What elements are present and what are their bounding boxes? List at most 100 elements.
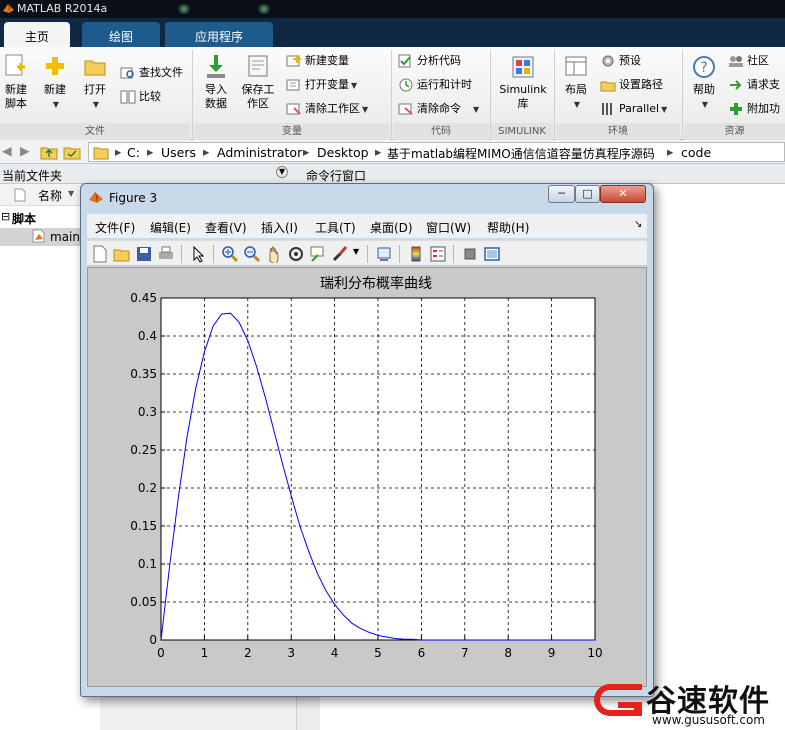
button-label: 新建脚本 — [5, 83, 27, 110]
request-support-button[interactable]: 请求支 — [728, 76, 780, 94]
button-label: 清除命令 — [417, 102, 461, 115]
chevron-down-icon: ▼ — [351, 81, 358, 90]
data-cursor-icon[interactable] — [309, 245, 327, 263]
figure-window: Figure 3 ─ □ ✕ 文件(F) 编辑(E) 查看(V) 插入(I) 工… — [80, 183, 654, 697]
pointer-icon[interactable] — [189, 245, 207, 263]
show-plot-tools-icon[interactable] — [483, 245, 501, 263]
pane-actions-icon[interactable]: ▼ — [276, 166, 288, 178]
help-button[interactable]: ? 帮助 ▼ — [688, 53, 720, 112]
section-resources: 资源 — [684, 123, 785, 140]
menu-view[interactable]: 查看(V) — [205, 219, 247, 236]
x-tick-label: 3 — [287, 646, 295, 660]
zoom-out-icon[interactable] — [243, 245, 261, 263]
open-button[interactable]: 打开 ▼ — [78, 53, 112, 112]
open-variable-button[interactable]: 打开变量 ▼ — [286, 76, 357, 94]
analyze-code-icon — [398, 54, 411, 68]
menu-help[interactable]: 帮助(H) — [487, 219, 529, 236]
set-path-button[interactable]: 设置路径 — [600, 76, 663, 94]
import-data-button[interactable]: 导入数据 — [200, 53, 232, 111]
tab-home[interactable]: 主页 — [4, 22, 70, 47]
menu-file[interactable]: 文件(F) — [95, 219, 135, 236]
menu-edit[interactable]: 编辑(E) — [150, 219, 191, 236]
pan-icon[interactable] — [265, 245, 283, 263]
path-segment[interactable]: Desktop — [317, 145, 369, 160]
path-segment[interactable]: Administrator — [217, 145, 302, 160]
browse-folder-icon[interactable] — [63, 144, 81, 160]
layout-button[interactable]: 布局 ▼ — [560, 53, 592, 112]
rotate-icon[interactable] — [287, 245, 305, 263]
legend-icon[interactable] — [429, 245, 447, 263]
community-button[interactable]: 社区 — [728, 52, 769, 70]
new-script-icon — [5, 54, 25, 76]
menu-expand-icon[interactable]: ↘ — [634, 219, 642, 230]
app-title-bar: MATLAB R2014a — [0, 0, 785, 18]
up-folder-icon[interactable] — [40, 144, 58, 160]
svg-text:?: ? — [700, 60, 707, 76]
find-files-button[interactable]: 查找文件 — [120, 64, 183, 82]
save-icon[interactable] — [135, 245, 153, 263]
new-variable-button[interactable]: 新建变量 — [286, 52, 349, 70]
path-separator: ▸ — [303, 144, 310, 159]
back-arrow-icon[interactable]: ◀ — [2, 143, 12, 158]
background-glow — [178, 4, 190, 14]
open-file-icon[interactable] — [113, 245, 131, 263]
figure-canvas[interactable]: 瑞利分布概率曲线 0 1 2 3 4 5 6 7 8 9 10 0 0.05 0.1 0.15 0.2 0.2… — [87, 267, 647, 687]
button-label: 社区 — [747, 54, 769, 67]
minimize-button[interactable]: ─ — [548, 185, 575, 203]
address-bar[interactable]: ▸ C: ▸ Users ▸ Administrator ▸ Desktop ▸… — [88, 142, 785, 162]
save-workspace-button[interactable]: 保存工作区 — [240, 53, 276, 111]
preferences-button[interactable]: 预设 — [600, 52, 641, 70]
section-variable: 变量 — [194, 123, 390, 140]
chevron-down-icon: ▼ — [473, 105, 480, 114]
chevron-down-icon[interactable]: ▼ — [353, 247, 359, 256]
y-tick-label: 0.4 — [138, 329, 157, 343]
clear-workspace-button[interactable]: 清除工作区 ▼ — [286, 100, 368, 118]
brush-icon[interactable] — [331, 245, 349, 263]
button-label: 分析代码 — [417, 54, 461, 67]
divider — [192, 50, 193, 138]
y-tick-label: 0.25 — [130, 443, 157, 457]
new-script-button[interactable]: 新建脚本 — [2, 53, 30, 111]
tab-apps[interactable]: 应用程序 — [165, 22, 273, 47]
hide-plot-tools-icon[interactable] — [461, 245, 479, 263]
name-column-header[interactable]: 名称 — [38, 187, 62, 204]
menu-tools[interactable]: 工具(T) — [315, 219, 356, 236]
parallel-button[interactable]: Parallel ▼ — [600, 100, 667, 118]
colorbar-icon[interactable] — [407, 245, 425, 263]
button-label: 设置路径 — [619, 78, 663, 91]
divider — [391, 50, 392, 138]
figure-title: Figure 3 — [109, 191, 158, 205]
tab-plots[interactable]: 绘图 — [82, 22, 160, 47]
menu-insert[interactable]: 插入(I) — [261, 219, 298, 236]
link-plot-icon[interactable] — [375, 245, 393, 263]
close-button[interactable]: ✕ — [600, 185, 646, 203]
addons-button[interactable]: 附加功 — [728, 100, 780, 118]
set-path-icon — [600, 81, 616, 92]
collapse-icon[interactable]: ⊟ — [1, 210, 10, 223]
rayleigh-chart[interactable]: 瑞利分布概率曲线 0 1 2 3 4 5 6 7 8 9 10 0 0.05 0.1 0.15 0.2 0.2… — [88, 268, 646, 686]
chevron-down-icon: ▼ — [52, 100, 60, 109]
x-tick-label: 1 — [201, 646, 209, 660]
new-figure-icon[interactable] — [91, 245, 109, 263]
button-label: 附加功 — [747, 102, 780, 115]
print-icon[interactable] — [157, 245, 175, 263]
run-and-time-button[interactable]: 运行和计时 — [398, 76, 472, 94]
compare-button[interactable]: 比较 — [120, 88, 161, 106]
menu-window[interactable]: 窗口(W) — [426, 219, 471, 236]
clear-commands-button[interactable]: 清除命令 ▼ — [398, 100, 479, 118]
forward-arrow-icon[interactable]: ▶ — [20, 143, 30, 158]
simulink-library-button[interactable]: Simulink 库 — [497, 53, 549, 111]
figure-title-bar[interactable]: Figure 3 ─ □ ✕ — [81, 184, 653, 212]
menu-desktop[interactable]: 桌面(D) — [370, 219, 413, 236]
path-segment[interactable]: Users — [161, 145, 196, 160]
zoom-in-icon[interactable] — [221, 245, 239, 263]
path-segment[interactable]: 基于matlab编程MIMO通信信道容量仿真程序源码 — [387, 145, 655, 162]
new-button[interactable]: 新建 ▼ — [38, 53, 72, 112]
maximize-button[interactable]: □ — [575, 185, 600, 203]
save-workspace-icon — [248, 55, 268, 77]
background-glow — [258, 4, 270, 14]
y-tick-label: 0.3 — [138, 405, 157, 419]
analyze-code-button[interactable]: 分析代码 — [398, 52, 461, 70]
path-segment[interactable]: code — [681, 145, 711, 160]
path-segment[interactable]: C: — [127, 145, 140, 160]
